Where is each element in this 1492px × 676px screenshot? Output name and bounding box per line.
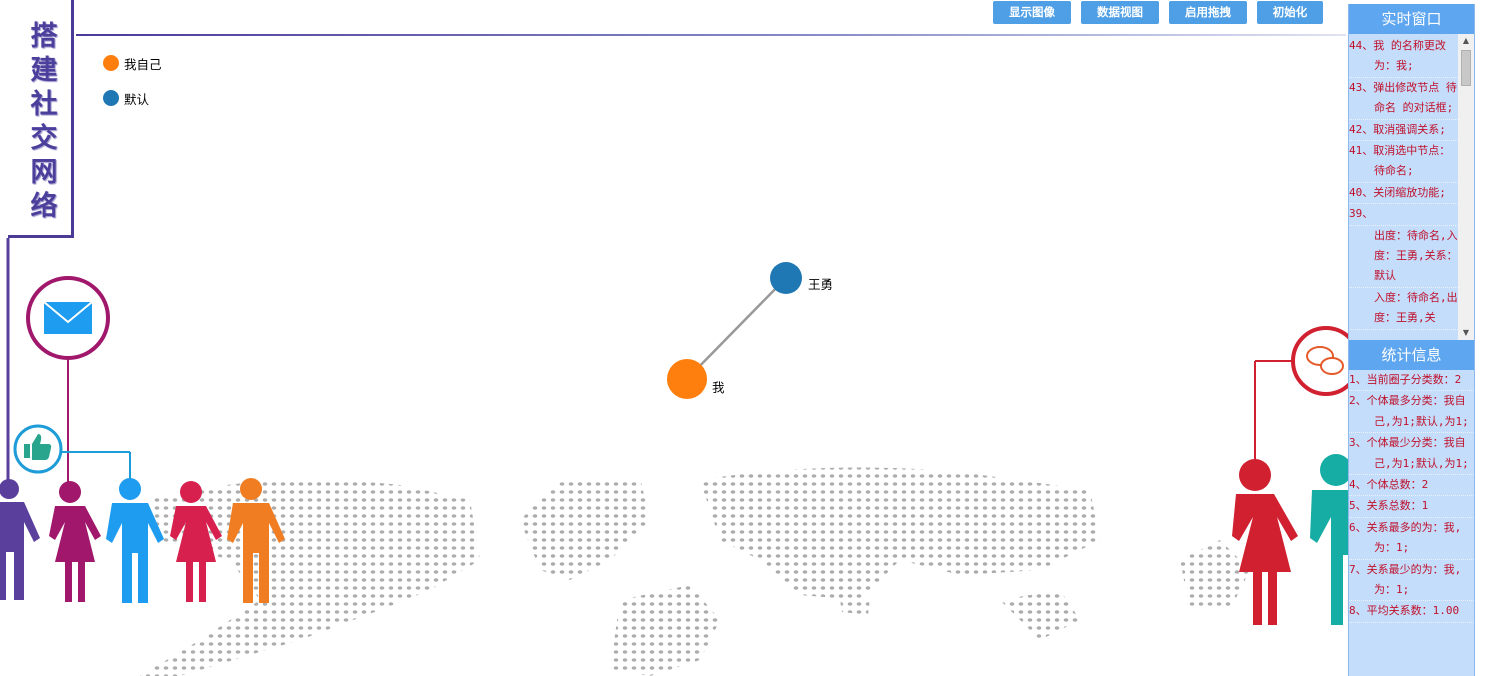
stat-entry: 2、个体最多分类：我自己,为1;默认,为1;: [1349, 391, 1474, 434]
legend-dot: [103, 55, 119, 71]
stat-entry: 8、平均关系数：1.00: [1349, 601, 1474, 623]
legend-item-self[interactable]: 我自己: [103, 54, 162, 72]
show-image-button[interactable]: 显示图像: [993, 1, 1071, 24]
mail-icon: [26, 276, 110, 360]
log-scrollbar[interactable]: ▲ ▼: [1458, 34, 1474, 340]
log-entry: 43、弹出修改节点 待命名 的对话框;: [1349, 78, 1458, 120]
realtime-log[interactable]: 44、我 的名称更改为：我; 43、弹出修改节点 待命名 的对话框; 42、取消强调…: [1349, 34, 1474, 340]
legend-dot: [103, 90, 119, 106]
stats-panel: 统计信息 1、当前圈子分类数：2 2、个体最多分类：我自己,为1;默认,为1; 3、…: [1348, 340, 1475, 676]
log-entry: 42、取消强调关系;: [1349, 120, 1458, 142]
title-char: 社: [30, 89, 58, 120]
node-label-wangyong: 王勇: [808, 277, 834, 292]
thumbs-up-icon: [13, 424, 63, 474]
log-entry: 40、关闭缩放功能;: [1349, 183, 1458, 205]
stat-entry: 7、关系最少的为：我,为：1;: [1349, 560, 1474, 602]
log-entry: 出度：待命名,入度：王勇,关系：默认: [1349, 226, 1458, 288]
log-list: 44、我 的名称更改为：我; 43、弹出修改节点 待命名 的对话框; 42、取消强调…: [1349, 34, 1474, 330]
legend-item-default[interactable]: 默认: [103, 89, 149, 107]
stats-panel-title: 统计信息: [1349, 340, 1474, 370]
app-stage: 搭 建 社 交 网 络 显示图像 数据视图 启用拖拽 初始化 我自己 默认 王勇…: [0, 0, 1492, 676]
header-rule: [76, 34, 1346, 36]
scroll-thumb[interactable]: [1461, 50, 1471, 86]
stat-entry: 4、个体总数：2: [1349, 475, 1474, 497]
scroll-up-icon[interactable]: ▲: [1458, 34, 1474, 48]
enable-drag-button[interactable]: 启用拖拽: [1169, 1, 1247, 24]
title-char: 建: [30, 55, 58, 86]
legend-label: 默认: [124, 91, 150, 107]
node-label-self: 我: [712, 380, 725, 395]
title-char: 网: [30, 157, 58, 188]
background-illustration: [0, 11, 1472, 676]
world-map-dots: [140, 467, 1250, 676]
log-entry: 39、: [1349, 204, 1458, 226]
graph-node-wangyong[interactable]: [770, 262, 802, 294]
title-char: 络: [30, 191, 58, 222]
scroll-down-icon[interactable]: ▼: [1458, 326, 1474, 340]
page-title: 搭 建 社 交 网 络: [27, 20, 61, 224]
graph-node-self[interactable]: [667, 359, 707, 399]
data-view-button[interactable]: 数据视图: [1081, 1, 1159, 24]
initialize-button[interactable]: 初始化: [1257, 1, 1323, 24]
stat-entry: 3、个体最少分类：我自己,为1;默认,为1;: [1349, 433, 1474, 476]
log-entry: 入度：待命名,出度：王勇,关: [1349, 288, 1458, 330]
log-entry: 44、我 的名称更改为：我;: [1349, 36, 1458, 78]
title-char: 搭: [30, 21, 58, 52]
realtime-panel: 实时窗口 44、我 的名称更改为：我; 43、弹出修改节点 待命名 的对话框; 42…: [1348, 4, 1475, 340]
stat-entry: 5、关系总数：1: [1349, 496, 1474, 518]
stat-entry: 6、关系最多的为：我,为：1;: [1349, 518, 1474, 560]
stats-list: 1、当前圈子分类数：2 2、个体最多分类：我自己,为1;默认,为1; 3、个体最少分…: [1349, 370, 1474, 676]
stats-lines: 1、当前圈子分类数：2 2、个体最多分类：我自己,为1;默认,为1; 3、个体最少分…: [1349, 370, 1474, 623]
realtime-panel-title: 实时窗口: [1349, 4, 1474, 34]
log-entry: 41、取消选中节点：待命名;: [1349, 141, 1458, 183]
stat-entry: 1、当前圈子分类数：2: [1349, 370, 1474, 392]
title-char: 交: [30, 123, 58, 154]
legend-label: 我自己: [124, 56, 162, 72]
